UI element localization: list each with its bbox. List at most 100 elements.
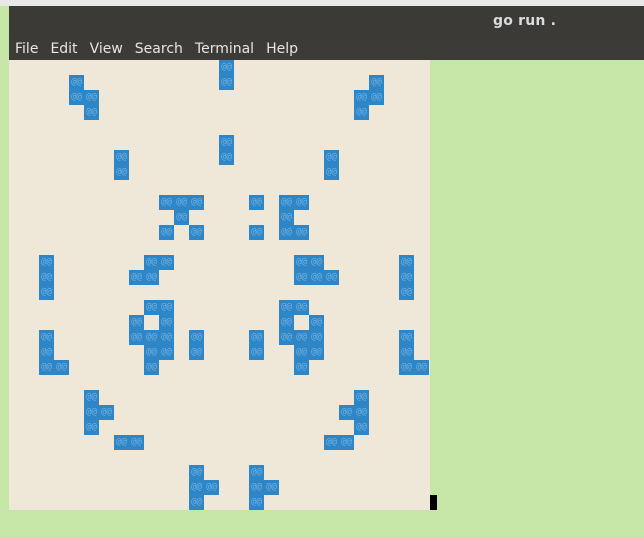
- alive-cell: @@: [219, 150, 234, 165]
- alive-cell: @@: [189, 480, 204, 495]
- alive-cell: @@: [354, 390, 369, 405]
- alive-cell: @@: [294, 360, 309, 375]
- alive-cell: @@: [354, 105, 369, 120]
- alive-cell: @@: [114, 165, 129, 180]
- alive-cell: @@: [369, 90, 384, 105]
- alive-cell: @@: [159, 300, 174, 315]
- alive-cell: @@: [39, 330, 54, 345]
- title-bar[interactable]: go run .: [9, 6, 644, 38]
- alive-cell: @@: [144, 270, 159, 285]
- alive-cell: @@: [159, 345, 174, 360]
- alive-cell: @@: [309, 270, 324, 285]
- alive-cell: @@: [324, 150, 339, 165]
- alive-cell: @@: [279, 315, 294, 330]
- alive-cell: @@: [294, 195, 309, 210]
- alive-cell: @@: [84, 405, 99, 420]
- menu-view[interactable]: View: [84, 38, 129, 60]
- alive-cell: @@: [339, 435, 354, 450]
- alive-cell: @@: [189, 330, 204, 345]
- alive-cell: @@: [249, 495, 264, 510]
- alive-cell: @@: [159, 315, 174, 330]
- alive-cell: @@: [84, 105, 99, 120]
- alive-cell: @@: [159, 330, 174, 345]
- alive-cell: @@: [129, 435, 144, 450]
- alive-cell: @@: [354, 420, 369, 435]
- menu-terminal[interactable]: Terminal: [189, 38, 260, 60]
- alive-cell: @@: [39, 255, 54, 270]
- alive-cell: @@: [414, 360, 429, 375]
- alive-cell: @@: [84, 390, 99, 405]
- alive-cell: @@: [69, 90, 84, 105]
- alive-cell: @@: [129, 330, 144, 345]
- alive-cell: @@: [174, 210, 189, 225]
- alive-cell: @@: [144, 345, 159, 360]
- alive-cell: @@: [144, 360, 159, 375]
- menu-file[interactable]: File: [9, 38, 44, 60]
- alive-cell: @@: [399, 345, 414, 360]
- terminal-cursor: [430, 495, 437, 510]
- alive-cell: @@: [159, 225, 174, 240]
- alive-cell: @@: [309, 345, 324, 360]
- alive-cell: @@: [189, 195, 204, 210]
- alive-cell: @@: [189, 345, 204, 360]
- terminal-output-area[interactable]: @@ @@ @@ @@ @@ @@ @@ @@ @@ @@ @@ @@ @@ @@ @@ @@ @@ @@ @@ @@…: [9, 60, 430, 510]
- alive-cell: @@: [399, 360, 414, 375]
- alive-cell: @@: [294, 345, 309, 360]
- alive-cell: @@: [219, 60, 234, 75]
- alive-cell: @@: [309, 315, 324, 330]
- alive-cell: @@: [144, 255, 159, 270]
- alive-cell: @@: [279, 300, 294, 315]
- alive-cell: @@: [354, 405, 369, 420]
- alive-cell: @@: [114, 150, 129, 165]
- alive-cell: @@: [249, 480, 264, 495]
- alive-cell: @@: [189, 495, 204, 510]
- alive-cell: @@: [204, 480, 219, 495]
- alive-cell: @@: [99, 405, 114, 420]
- alive-cell: @@: [264, 480, 279, 495]
- alive-cell: @@: [39, 345, 54, 360]
- alive-cell: @@: [39, 270, 54, 285]
- menu-edit[interactable]: Edit: [44, 38, 83, 60]
- window-title: go run .: [493, 13, 557, 29]
- alive-cell: @@: [219, 135, 234, 150]
- alive-cell: @@: [129, 315, 144, 330]
- alive-cell: @@: [114, 435, 129, 450]
- alive-cell: @@: [339, 405, 354, 420]
- alive-cell: @@: [294, 330, 309, 345]
- alive-cell: @@: [324, 165, 339, 180]
- alive-cell: @@: [249, 330, 264, 345]
- alive-cell: @@: [309, 255, 324, 270]
- alive-cell: @@: [249, 195, 264, 210]
- alive-cell: @@: [399, 270, 414, 285]
- alive-cell: @@: [309, 330, 324, 345]
- alive-cell: @@: [159, 255, 174, 270]
- alive-cell: @@: [399, 255, 414, 270]
- menu-bar: File Edit View Search Terminal Help: [9, 38, 644, 60]
- alive-cell: @@: [279, 195, 294, 210]
- alive-cell: @@: [174, 195, 189, 210]
- alive-cell: @@: [294, 270, 309, 285]
- alive-cell: @@: [324, 435, 339, 450]
- alive-cell: @@: [129, 270, 144, 285]
- alive-cell: @@: [399, 285, 414, 300]
- terminal-window: go run . File Edit View Search Terminal …: [9, 6, 644, 538]
- alive-cell: @@: [159, 195, 174, 210]
- menu-help[interactable]: Help: [260, 38, 304, 60]
- alive-cell: @@: [54, 360, 69, 375]
- alive-cell: @@: [189, 465, 204, 480]
- alive-cell: @@: [39, 285, 54, 300]
- alive-cell: @@: [249, 345, 264, 360]
- alive-cell: @@: [219, 75, 234, 90]
- menu-search[interactable]: Search: [129, 38, 189, 60]
- alive-cell: @@: [144, 330, 159, 345]
- alive-cell: @@: [279, 210, 294, 225]
- alive-cell: @@: [144, 300, 159, 315]
- alive-cell: @@: [294, 225, 309, 240]
- alive-cell: @@: [84, 90, 99, 105]
- alive-cell: @@: [369, 75, 384, 90]
- alive-cell: @@: [279, 225, 294, 240]
- alive-cell: @@: [84, 420, 99, 435]
- alive-cell: @@: [294, 300, 309, 315]
- alive-cell: @@: [354, 90, 369, 105]
- alive-cell: @@: [324, 270, 339, 285]
